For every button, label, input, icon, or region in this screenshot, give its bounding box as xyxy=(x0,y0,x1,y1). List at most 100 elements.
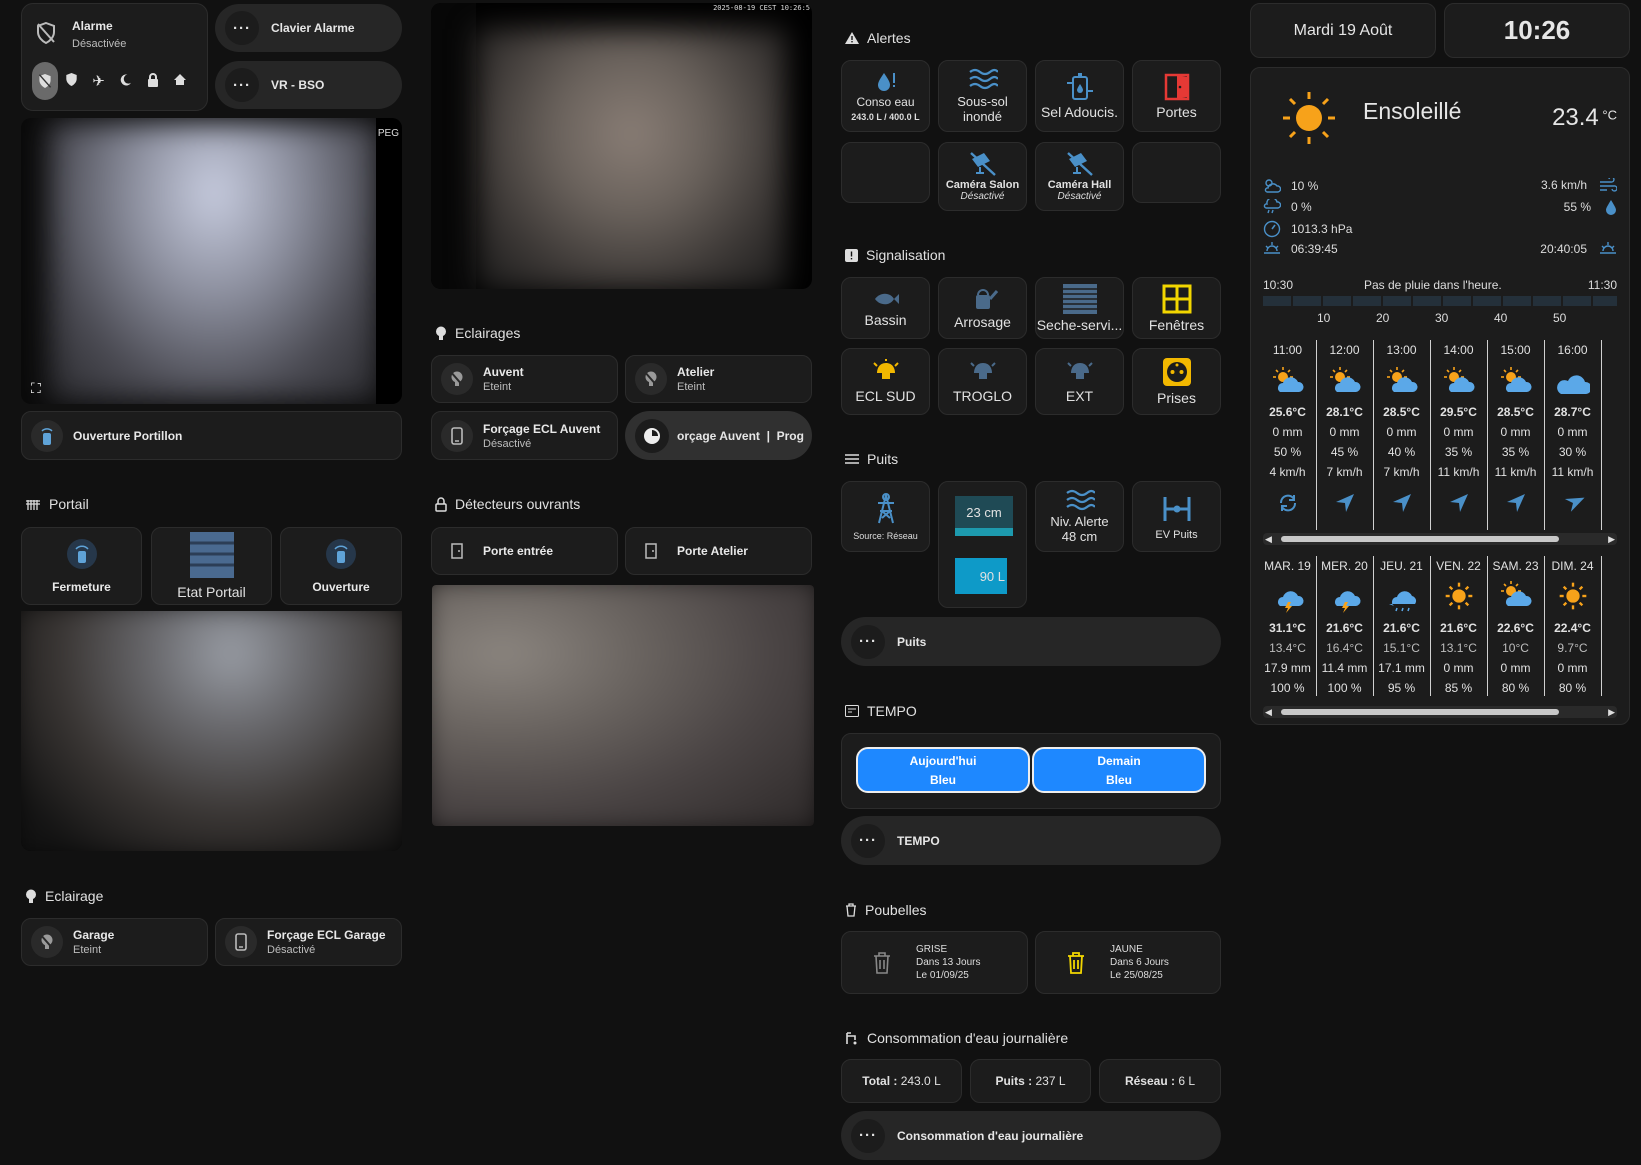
conso-eau-tile[interactable]: Conso eau 243.0 L / 400.0 L xyxy=(841,60,930,132)
bassin-tile[interactable]: Bassin xyxy=(841,277,930,339)
portes-label: Portes xyxy=(1156,103,1197,120)
tempo-today[interactable]: Aujourd'hui Bleu xyxy=(856,747,1030,793)
daily-temp-low: 13.4°C xyxy=(1269,641,1306,655)
empty-alert-tile-2[interactable] xyxy=(1132,142,1221,203)
rain-row: 0 % xyxy=(1263,199,1312,215)
poubelle-jaune[interactable]: JAUNE Dans 6 Jours Le 25/08/25 xyxy=(1035,931,1221,994)
source-reseau-tile[interactable]: Source: Réseau xyxy=(841,481,930,552)
plane-icon: ✈ xyxy=(92,73,105,90)
camera-feed-main[interactable]: 2025-08-19 CEST 10:26:5 xyxy=(431,3,812,289)
sun-icon xyxy=(1281,90,1337,149)
light-off-icon xyxy=(31,926,63,958)
forcage-ecl-garage[interactable]: Forçage ECL Garage Désactivé xyxy=(215,918,402,966)
waves-icon xyxy=(845,454,859,464)
empty-alert-tile-1[interactable] xyxy=(841,142,930,203)
arm-away-button[interactable]: ✈ xyxy=(85,72,112,90)
fullscreen-icon[interactable]: ⛶ xyxy=(31,380,41,397)
hourly-time: 11:00 xyxy=(1272,343,1303,357)
puits-pill-label: Puits xyxy=(897,634,927,649)
seche-serviette-tile[interactable]: Seche-servi... xyxy=(1035,277,1124,339)
daily-precip: 0 mm xyxy=(1557,661,1588,675)
forcage-auvent-prog-pill[interactable]: orçage Auvent | Prog xyxy=(625,411,812,460)
hourly-column: 14:00 29.5°C 0 mm 35 % 11 km/h xyxy=(1430,340,1487,518)
scroll-thumb[interactable] xyxy=(1281,709,1559,715)
fermeture-label: Fermeture xyxy=(52,579,111,594)
puits-pill[interactable]: ··· Puits xyxy=(841,617,1221,666)
ouverture-button[interactable]: Ouverture xyxy=(280,527,402,605)
water-softener-icon xyxy=(1066,72,1093,100)
auvent-state: Eteint xyxy=(483,381,512,393)
clavier-alarme-pill[interactable]: ··· Clavier Alarme xyxy=(215,4,402,52)
tempo-tomorrow[interactable]: Demain Bleu xyxy=(1032,747,1206,793)
tempo-pill[interactable]: ··· TEMPO xyxy=(841,816,1221,865)
scroll-right-icon[interactable]: ▶ xyxy=(1608,534,1615,545)
scroll-right-icon[interactable]: ▶ xyxy=(1608,707,1615,718)
atelier-light[interactable]: Atelier Eteint xyxy=(625,355,812,403)
ecl-sud-label: ECL SUD xyxy=(855,388,916,404)
etat-portail-button[interactable]: Etat Portail xyxy=(151,527,272,605)
camera-feed-portail[interactable] xyxy=(21,611,402,851)
hourly-temp: 28.7°C xyxy=(1554,405,1591,419)
camera-image xyxy=(49,123,379,401)
well-level-tile: 23 cm 90 L xyxy=(938,481,1027,608)
garage-light[interactable]: Garage Eteint xyxy=(21,918,208,966)
conso-reseau: Réseau : 6 L xyxy=(1099,1059,1221,1103)
camera-salon-tile[interactable]: Caméra Salon Désactivé xyxy=(938,142,1027,211)
conso-pill[interactable]: ··· Consommation d'eau journalière xyxy=(841,1111,1221,1160)
fenetres-tile[interactable]: Fenêtres xyxy=(1132,277,1221,339)
ev-puits-tile[interactable]: EV Puits xyxy=(1132,481,1221,552)
auvent-name: Auvent xyxy=(483,365,524,379)
auvent-light[interactable]: Auvent Eteint xyxy=(431,355,618,403)
porte-entree[interactable]: Porte entrée xyxy=(431,527,618,575)
wind-icon xyxy=(1600,178,1617,192)
arm-night-button[interactable] xyxy=(112,73,139,90)
daily-precip-prob: 80 % xyxy=(1501,681,1530,695)
ecl-sud-tile[interactable]: ECL SUD xyxy=(841,348,930,415)
grise-in: Dans 13 Jours xyxy=(916,957,981,968)
disarm-button[interactable] xyxy=(32,62,58,100)
bulb-icon xyxy=(26,889,36,903)
niv-alerte-tile[interactable]: Niv. Alerte 48 cm xyxy=(1035,481,1124,552)
alertes-title: Alertes xyxy=(867,30,911,46)
arrosage-tile[interactable]: Arrosage xyxy=(938,277,1027,339)
daily-scrollbar[interactable]: ◀ ▶ xyxy=(1263,706,1617,718)
ouverture-portillon-button[interactable]: Ouverture Portillon xyxy=(21,411,402,460)
camera-hall-tile[interactable]: Caméra Hall Désactivé xyxy=(1035,142,1124,211)
time-card: 10:26 xyxy=(1444,3,1630,58)
gate-state-icon xyxy=(188,532,236,581)
forcage-ecl-auvent[interactable]: Forçage ECL Auvent Désactivé xyxy=(431,411,618,460)
scroll-left-icon[interactable]: ◀ xyxy=(1265,534,1272,545)
rain-tick-10: 10 xyxy=(1317,311,1331,325)
door-open-icon xyxy=(1164,73,1189,100)
lock-icon xyxy=(147,72,158,87)
arm-shield-button[interactable] xyxy=(58,72,85,90)
source-reseau-label: Source: Réseau xyxy=(853,530,918,541)
hourly-scrollbar[interactable]: ◀ ▶ xyxy=(1263,533,1617,545)
troglo-tile[interactable]: TROGLO xyxy=(938,348,1027,415)
scroll-thumb[interactable] xyxy=(1281,536,1559,542)
prises-tile[interactable]: Prises xyxy=(1132,348,1221,415)
ext-tile[interactable]: EXT xyxy=(1035,348,1124,415)
arm-lock-button[interactable] xyxy=(139,72,166,90)
portes-tile[interactable]: Portes xyxy=(1132,60,1221,132)
conso-total-value: 243.0 L xyxy=(900,1074,941,1088)
sel-adoucis-tile[interactable]: Sel Adoucis. xyxy=(1035,60,1124,132)
arm-home-button[interactable] xyxy=(166,73,193,89)
hourly-wind: 11 km/h xyxy=(1551,465,1594,479)
sous-sol-inonde-tile[interactable]: Sous-sol inondé xyxy=(938,60,1027,132)
poubelle-grise[interactable]: GRISE Dans 13 Jours Le 01/09/25 xyxy=(841,931,1028,994)
hourly-wind: 11 km/h xyxy=(1437,465,1480,479)
eclairages-heading: Eclairages xyxy=(435,325,520,341)
porte-atelier[interactable]: Porte Atelier xyxy=(625,527,812,575)
scroll-left-icon[interactable]: ◀ xyxy=(1265,707,1272,718)
camera-feed-1[interactable]: PEG ⛶ xyxy=(21,118,402,404)
water-pump-icon xyxy=(846,1032,857,1045)
weather-condition: Ensoleillé xyxy=(1363,98,1462,124)
power-socket-icon xyxy=(1162,358,1191,386)
gauge-icon xyxy=(1263,220,1281,238)
fermeture-button[interactable]: Fermeture xyxy=(21,527,142,605)
camera-feed-atelier[interactable] xyxy=(432,585,814,826)
shield-icon xyxy=(66,73,77,86)
vr-bso-pill[interactable]: ··· VR - BSO xyxy=(215,61,402,109)
rain-tick-30: 30 xyxy=(1435,311,1449,325)
